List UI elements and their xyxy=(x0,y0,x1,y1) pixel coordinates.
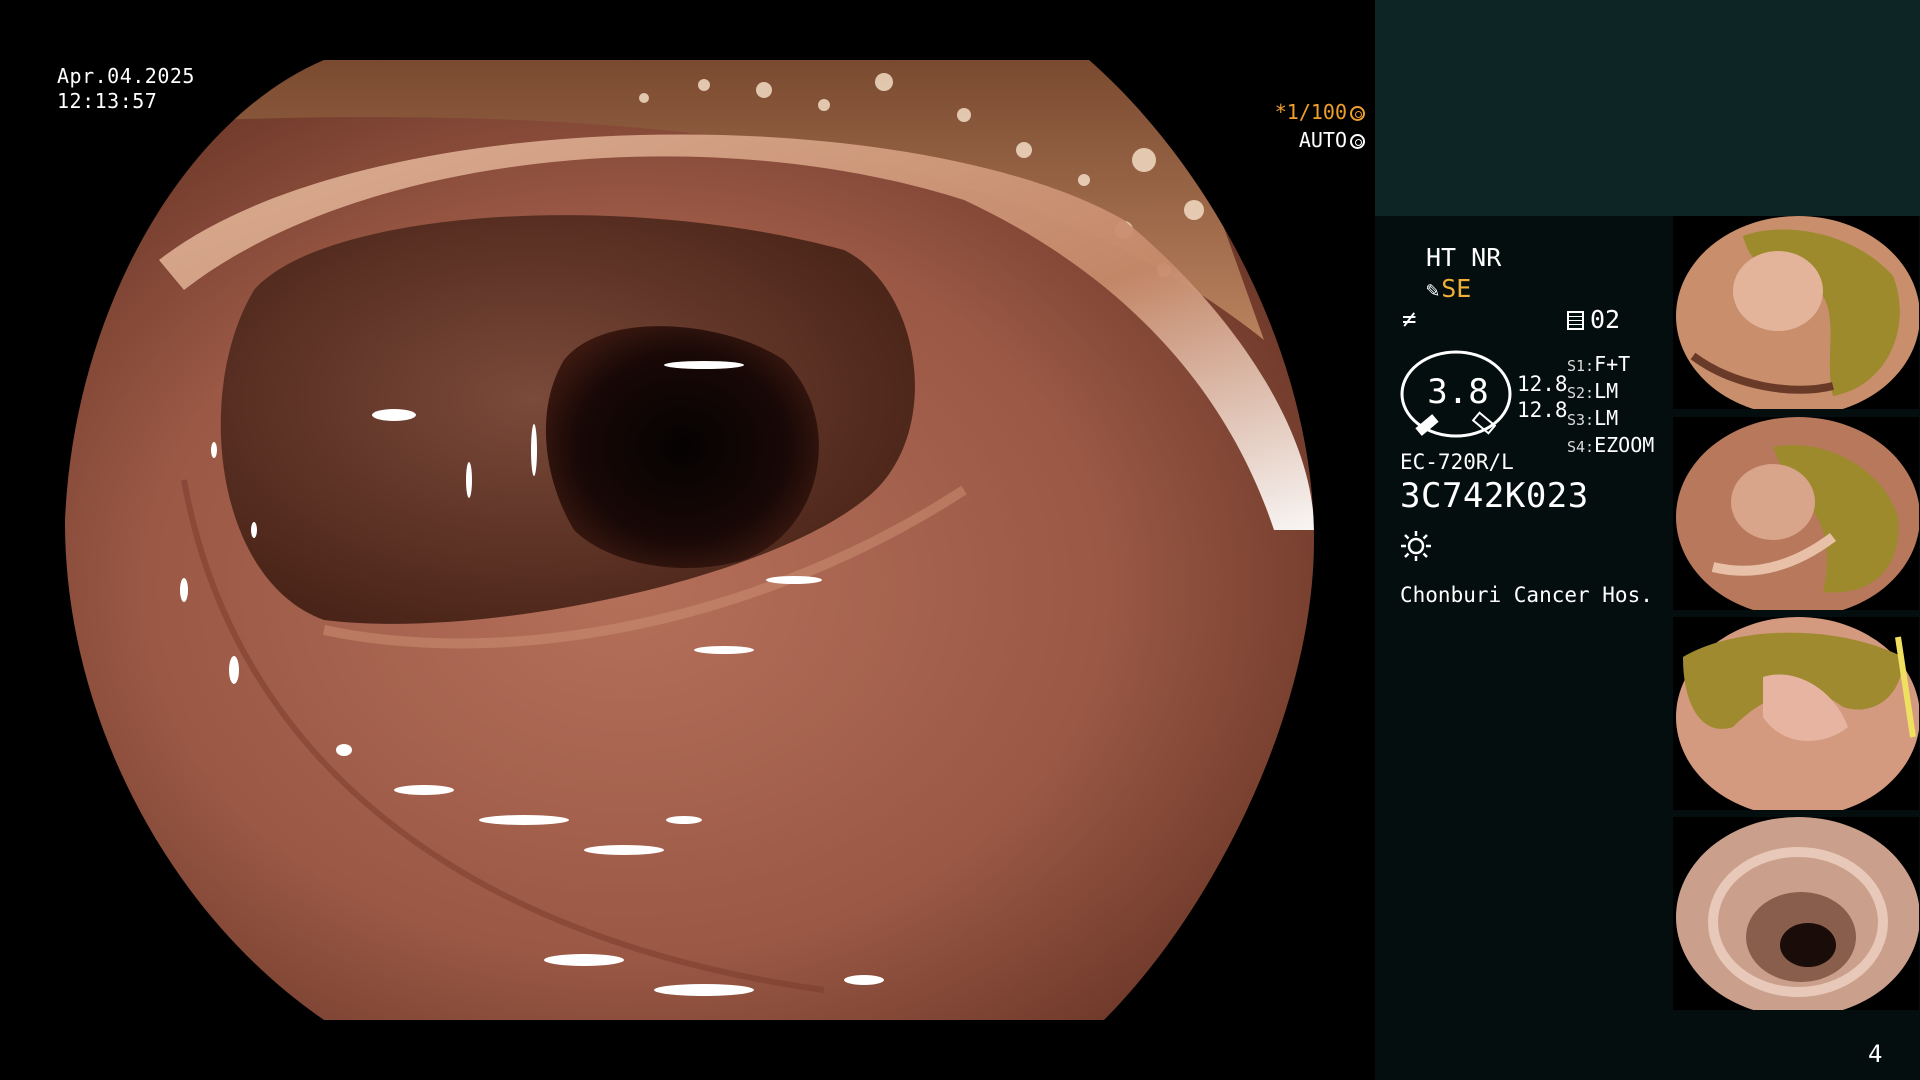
time-text: 12:13:57 xyxy=(57,89,158,113)
scene-key: S1: xyxy=(1567,357,1595,375)
date-text: Apr.04.2025 xyxy=(57,64,195,88)
page-number: 4 xyxy=(1868,1040,1883,1068)
structure-mode-label: SE xyxy=(1441,274,1472,303)
thumbnail-4[interactable] xyxy=(1673,817,1919,1010)
structure-mode: ✎SE xyxy=(1426,274,1471,303)
scene-row: S4:EZOOM xyxy=(1567,433,1654,460)
iris-icon xyxy=(1350,134,1365,149)
exposure-row: AUTO xyxy=(1225,126,1365,154)
scene-list: S1:F+T S2:LM S3:LM S4:EZOOM xyxy=(1567,352,1654,460)
memo-indicator: 02 xyxy=(1567,305,1620,334)
memo-icon xyxy=(1567,311,1584,330)
scene-value: EZOOM xyxy=(1594,433,1655,457)
shutter-speed: *1/100 xyxy=(1274,100,1347,124)
scene-key: S4: xyxy=(1567,438,1595,456)
endoscope-view xyxy=(64,60,1314,1020)
scope-serial: 3C742K023 xyxy=(1400,476,1589,516)
thumbnail-2[interactable] xyxy=(1673,417,1919,610)
enhance-mode: HT NR xyxy=(1426,243,1502,272)
scene-value: LM xyxy=(1594,379,1619,403)
scene-key: S3: xyxy=(1567,411,1595,429)
gauge-values: 12.8 12.8 xyxy=(1517,371,1568,423)
scene-row: S1:F+T xyxy=(1567,352,1654,379)
gauge-value-1: 12.8 xyxy=(1517,372,1568,396)
shutter-row: *1/100 xyxy=(1225,98,1365,126)
exposure-overlay: *1/100 AUTO xyxy=(1225,98,1365,154)
thumbnail-1[interactable] xyxy=(1673,216,1919,409)
scene-row: S2:LM xyxy=(1567,379,1654,406)
scene-row: S3:LM xyxy=(1567,406,1654,433)
gauge-value-2: 12.8 xyxy=(1517,398,1568,422)
info-panel xyxy=(1375,216,1670,1080)
slash-icon: ≠ xyxy=(1402,305,1417,333)
panel-header xyxy=(1375,0,1920,216)
exposure-mode: AUTO xyxy=(1298,128,1347,152)
scene-key: S2: xyxy=(1567,384,1595,402)
pen-icon: ✎ xyxy=(1426,278,1440,303)
sun-icon xyxy=(1401,531,1431,561)
hospital-name: Chonburi Cancer Hos. xyxy=(1400,583,1653,607)
memo-number: 02 xyxy=(1590,305,1621,334)
scene-value: F+T xyxy=(1594,352,1631,376)
gauge-value: 3.8 xyxy=(1427,372,1489,412)
thumbnail-3[interactable] xyxy=(1673,617,1919,810)
scope-model: EC-720R/L xyxy=(1400,450,1514,474)
datetime-overlay: Apr.04.2025 12:13:57 xyxy=(57,64,195,114)
aperture-icon xyxy=(1350,106,1365,121)
scene-value: LM xyxy=(1594,406,1619,430)
